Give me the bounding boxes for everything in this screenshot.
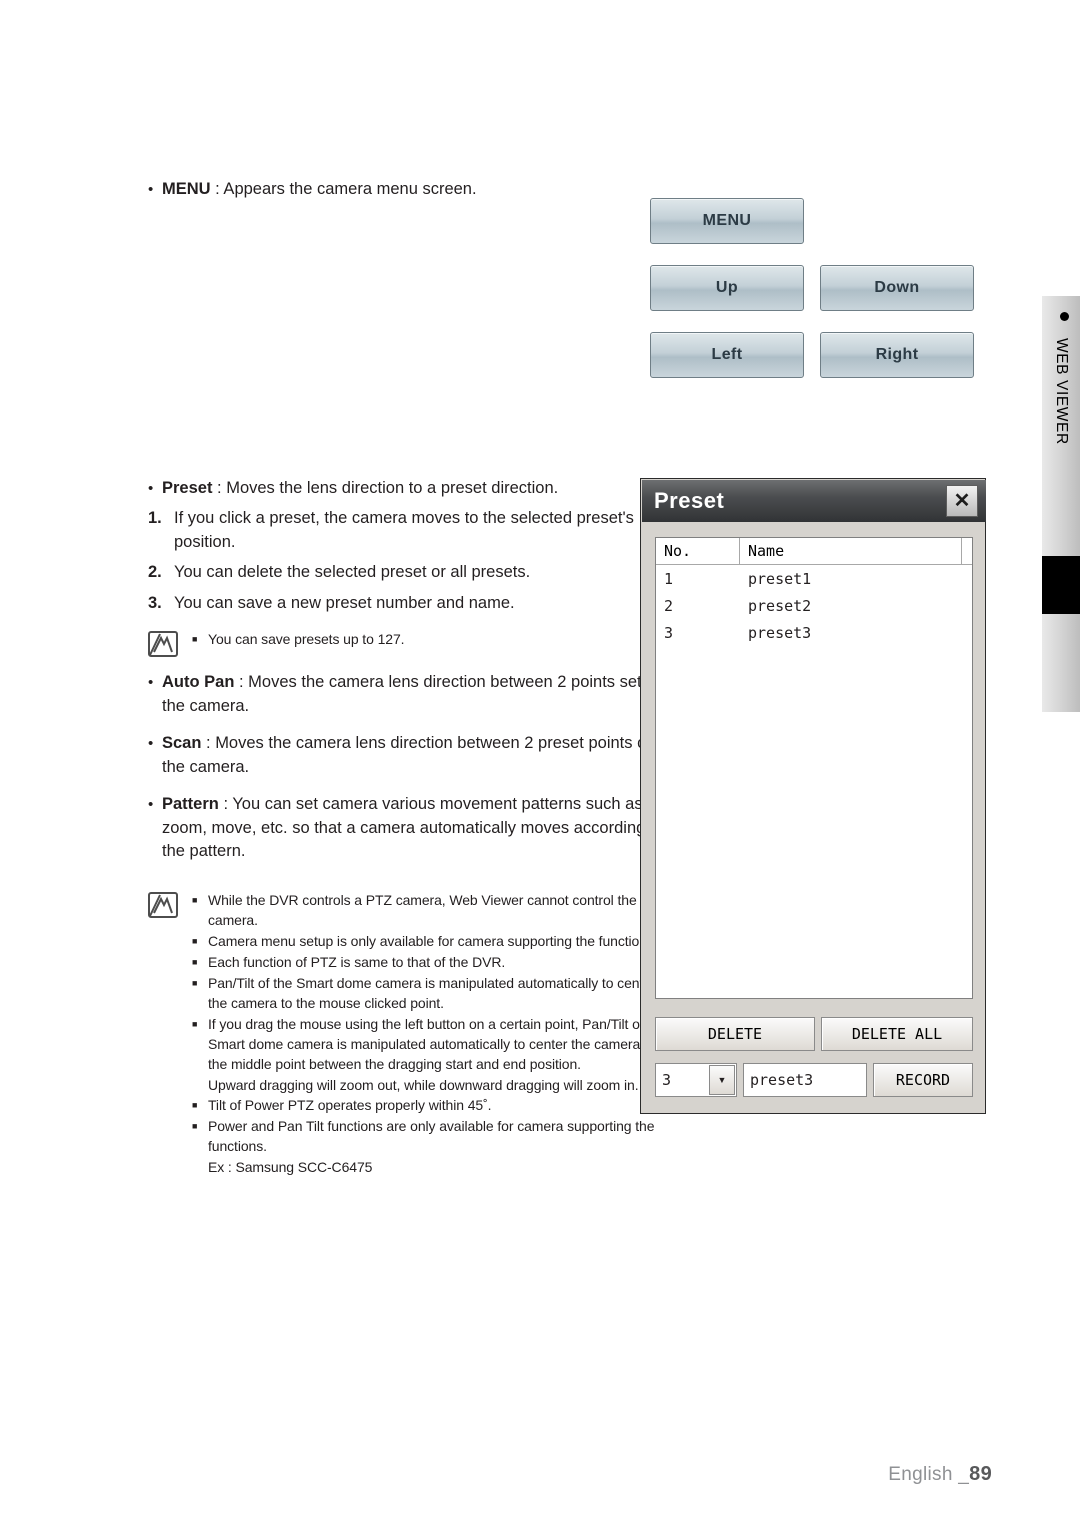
step-2: 2. You can delete the selected preset or… (148, 561, 668, 585)
note-item: ■ Camera menu setup is only available fo… (192, 931, 668, 951)
preset-list-header: No. Name (656, 538, 972, 565)
preset-number: 2 (664, 596, 674, 615)
menu-description-term: MENU (162, 180, 211, 198)
scan-text: : Moves the camera lens direction betwee… (162, 734, 651, 776)
left-button[interactable]: Left (650, 332, 804, 378)
right-button[interactable]: Right (820, 332, 974, 378)
note-item: ■ Tilt of Power PTZ operates properly wi… (192, 1095, 668, 1115)
note-block-ptz: ■ While the DVR controls a PTZ camera, W… (148, 890, 668, 1177)
scan-description: • Scan : Moves the camera lens direction… (148, 732, 668, 779)
bullet-icon: • (148, 479, 154, 497)
step-3: 3. You can save a new preset number and … (148, 592, 668, 616)
preset-number: 1 (664, 569, 674, 588)
step-number: 2. (148, 563, 162, 581)
square-bullet-icon: ■ (192, 634, 198, 644)
step-text: If you click a preset, the camera moves … (174, 509, 634, 551)
square-bullet-icon: ■ (192, 956, 198, 967)
step-1: 1. If you click a preset, the camera mov… (148, 507, 668, 554)
page-number: 89 (969, 1463, 992, 1485)
ptz-control-panel: MENU Up Down Left Right (650, 198, 980, 388)
note-text: Each function of PTZ is same to that of … (208, 953, 506, 970)
bullet-icon: • (148, 181, 154, 198)
pattern-term: Pattern (162, 795, 219, 813)
preset-number-select[interactable]: 3 ▼ (655, 1063, 737, 1097)
note-text: Pan/Tilt of the Smart dome camera is man… (208, 974, 656, 1011)
note-icon (148, 629, 192, 657)
scan-term: Scan (162, 734, 202, 752)
preset-number: 3 (664, 623, 674, 642)
page-footer: English _89 (888, 1463, 992, 1486)
body-text-column: • MENU : Appears the camera menu screen. … (148, 178, 668, 1187)
square-bullet-icon: ■ (192, 935, 198, 946)
note-text: While the DVR controls a PTZ camera, Web… (208, 891, 637, 928)
menu-button[interactable]: MENU (650, 198, 804, 244)
square-bullet-icon: ■ (192, 1120, 198, 1131)
chevron-down-icon[interactable]: ▼ (709, 1065, 735, 1095)
note-text: Upward dragging will zoom out, while dow… (208, 1076, 639, 1093)
note-item: ■ Power and Pan Tilt functions are only … (192, 1116, 668, 1156)
note-text: Ex : Samsung SCC-C6475 (208, 1158, 373, 1175)
note-item: ■ You can save presets up to 127. (192, 629, 668, 649)
preset-name: preset2 (748, 596, 812, 615)
menu-description-text: : Appears the camera menu screen. (210, 180, 477, 198)
preset-description-text: : Moves the lens direction to a preset d… (212, 478, 559, 497)
delete-all-button[interactable]: DELETE ALL (821, 1017, 973, 1051)
auto-pan-description: • Auto Pan : Moves the camera lens direc… (148, 671, 668, 718)
note-item: ■ Pan/Tilt of the Smart dome camera is m… (192, 973, 668, 1013)
column-header-no: No. (656, 538, 740, 564)
square-bullet-icon: ■ (192, 977, 198, 988)
bullet-icon: • (148, 796, 154, 813)
footer-language: English _ (888, 1464, 970, 1485)
bullet-icon: • (148, 735, 154, 752)
note-item: ■ If you drag the mouse using the left b… (192, 1014, 668, 1074)
record-button[interactable]: RECORD (873, 1063, 973, 1097)
preset-name-input[interactable]: preset3 (743, 1063, 867, 1097)
note-block-presets: ■ You can save presets up to 127. (148, 629, 668, 657)
note-text: You can save presets up to 127. (208, 631, 405, 647)
auto-pan-term: Auto Pan (162, 673, 235, 691)
side-tab-label: WEB VIEWER (1053, 337, 1070, 445)
bullet-icon: • (148, 674, 154, 691)
step-number: 3. (148, 593, 162, 612)
preset-dialog-titlebar: Preset (642, 480, 986, 522)
note-body: ■ While the DVR controls a PTZ camera, W… (192, 890, 668, 1177)
table-row[interactable]: 3 preset3 (656, 619, 972, 646)
square-bullet-icon: ■ (192, 894, 198, 905)
preset-description: • Preset : Moves the lens direction to a … (148, 477, 668, 501)
note-text: Camera menu setup is only available for … (208, 932, 651, 949)
close-icon[interactable]: ✕ (946, 485, 978, 517)
column-header-spacer (962, 538, 972, 564)
table-row[interactable]: 1 preset1 (656, 565, 972, 592)
note-text: Tilt of Power PTZ operates properly with… (208, 1096, 492, 1113)
menu-description: • MENU : Appears the camera menu screen. (148, 178, 668, 202)
pattern-text: : You can set camera various movement pa… (162, 795, 664, 860)
note-text: If you drag the mouse using the left but… (208, 1015, 667, 1072)
preset-name: preset1 (748, 569, 812, 588)
up-button[interactable]: Up (650, 265, 804, 311)
step-number: 1. (148, 509, 162, 527)
delete-button[interactable]: DELETE (655, 1017, 815, 1051)
note-item: ■ While the DVR controls a PTZ camera, W… (192, 890, 668, 930)
preset-name: preset3 (748, 623, 812, 642)
auto-pan-text: : Moves the camera lens direction betwee… (162, 673, 666, 715)
preset-description-term: Preset (162, 478, 213, 497)
note-text: Power and Pan Tilt functions are only av… (208, 1117, 655, 1154)
down-button[interactable]: Down (820, 265, 974, 311)
preset-dialog: Preset ✕ No. Name 1 preset1 2 preset2 3 … (640, 478, 986, 1114)
step-text: You can delete the selected preset or al… (174, 563, 531, 581)
square-bullet-icon: ■ (192, 1018, 198, 1029)
preset-number-value: 3 (662, 1071, 672, 1089)
side-tab-marker (1042, 556, 1080, 614)
preset-dialog-title: Preset (654, 488, 725, 513)
pattern-description: • Pattern : You can set camera various m… (148, 793, 668, 864)
preset-list[interactable]: No. Name 1 preset1 2 preset2 3 preset3 (655, 537, 973, 999)
note-icon (148, 890, 192, 1177)
note-item: ■ Each function of PTZ is same to that o… (192, 952, 668, 972)
step-text: You can save a new preset number and nam… (174, 593, 515, 612)
table-row[interactable]: 2 preset2 (656, 592, 972, 619)
column-header-name: Name (740, 538, 962, 564)
note-body: ■ You can save presets up to 127. (192, 629, 668, 657)
square-bullet-icon: ■ (192, 1099, 198, 1110)
